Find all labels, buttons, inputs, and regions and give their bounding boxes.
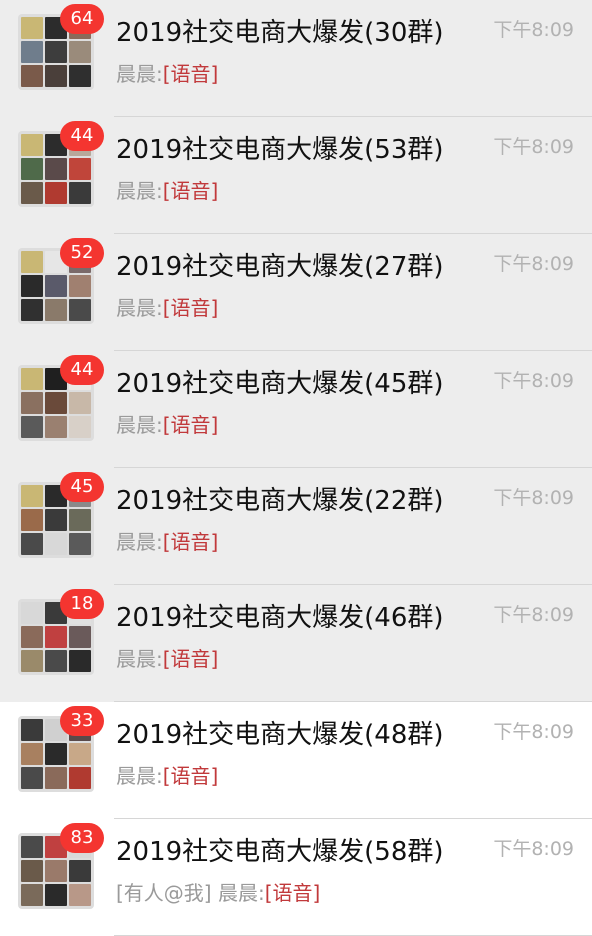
chat-time: 下午8:09 xyxy=(493,838,574,860)
last-message: [有人@我] 晨晨:[语音] xyxy=(116,880,320,906)
last-message: 晨晨:[语音] xyxy=(116,763,218,789)
chat-title: 2019社交电商大爆发(58群) xyxy=(116,837,444,867)
message-type-tag: [语音] xyxy=(162,296,219,320)
unread-badge: 83 xyxy=(60,823,104,853)
chat-title: 2019社交电商大爆发(46群) xyxy=(116,603,444,633)
chat-time: 下午8:09 xyxy=(493,19,574,41)
chat-row[interactable]: 44 2019社交电商大爆发(45群) 下午8:09 晨晨:[语音] xyxy=(0,351,592,468)
chat-row[interactable]: 44 2019社交电商大爆发(53群) 下午8:09 晨晨:[语音] xyxy=(0,117,592,234)
chat-row[interactable]: 33 2019社交电商大爆发(48群) 下午8:09 晨晨:[语音] xyxy=(0,702,592,819)
unread-badge: 44 xyxy=(60,355,104,385)
message-sender: [有人@我] 晨晨: xyxy=(116,881,265,905)
chat-row[interactable]: 52 2019社交电商大爆发(27群) 下午8:09 晨晨:[语音] xyxy=(0,234,592,351)
chat-title: 2019社交电商大爆发(48群) xyxy=(116,720,444,750)
chat-title: 2019社交电商大爆发(53群) xyxy=(116,135,444,165)
message-sender: 晨晨: xyxy=(116,647,163,671)
message-sender: 晨晨: xyxy=(116,530,163,554)
chat-time: 下午8:09 xyxy=(493,136,574,158)
message-type-tag: [语音] xyxy=(162,413,219,437)
chat-time: 下午8:09 xyxy=(493,253,574,275)
unread-badge: 18 xyxy=(60,589,104,619)
unread-badge: 52 xyxy=(60,238,104,268)
message-sender: 晨晨: xyxy=(116,296,163,320)
last-message: 晨晨:[语音] xyxy=(116,529,218,555)
message-sender: 晨晨: xyxy=(116,179,163,203)
chat-time: 下午8:09 xyxy=(493,721,574,743)
chat-list: 64 2019社交电商大爆发(30群) 下午8:09 晨晨:[语音] 44 20… xyxy=(0,0,592,936)
chat-title: 2019社交电商大爆发(30群) xyxy=(116,18,444,48)
chat-row[interactable]: 83 2019社交电商大爆发(58群) 下午8:09 [有人@我] 晨晨:[语音… xyxy=(0,819,592,936)
chat-time: 下午8:09 xyxy=(493,487,574,509)
unread-badge: 64 xyxy=(60,4,104,34)
unread-badge: 33 xyxy=(60,706,104,736)
message-sender: 晨晨: xyxy=(116,413,163,437)
message-type-tag: [语音] xyxy=(264,881,321,905)
chat-title: 2019社交电商大爆发(22群) xyxy=(116,486,444,516)
message-type-tag: [语音] xyxy=(162,764,219,788)
last-message: 晨晨:[语音] xyxy=(116,646,218,672)
unread-badge: 45 xyxy=(60,472,104,502)
chat-time: 下午8:09 xyxy=(493,370,574,392)
chat-row[interactable]: 45 2019社交电商大爆发(22群) 下午8:09 晨晨:[语音] xyxy=(0,468,592,585)
last-message: 晨晨:[语音] xyxy=(116,412,218,438)
chat-time: 下午8:09 xyxy=(493,604,574,626)
message-sender: 晨晨: xyxy=(116,764,163,788)
chat-title: 2019社交电商大爆发(27群) xyxy=(116,252,444,282)
chat-row[interactable]: 18 2019社交电商大爆发(46群) 下午8:09 晨晨:[语音] xyxy=(0,585,592,702)
message-type-tag: [语音] xyxy=(162,179,219,203)
message-type-tag: [语音] xyxy=(162,647,219,671)
chat-row[interactable]: 64 2019社交电商大爆发(30群) 下午8:09 晨晨:[语音] xyxy=(0,0,592,117)
last-message: 晨晨:[语音] xyxy=(116,178,218,204)
chat-title: 2019社交电商大爆发(45群) xyxy=(116,369,444,399)
last-message: 晨晨:[语音] xyxy=(116,61,218,87)
message-type-tag: [语音] xyxy=(162,62,219,86)
message-type-tag: [语音] xyxy=(162,530,219,554)
last-message: 晨晨:[语音] xyxy=(116,295,218,321)
message-sender: 晨晨: xyxy=(116,62,163,86)
unread-badge: 44 xyxy=(60,121,104,151)
